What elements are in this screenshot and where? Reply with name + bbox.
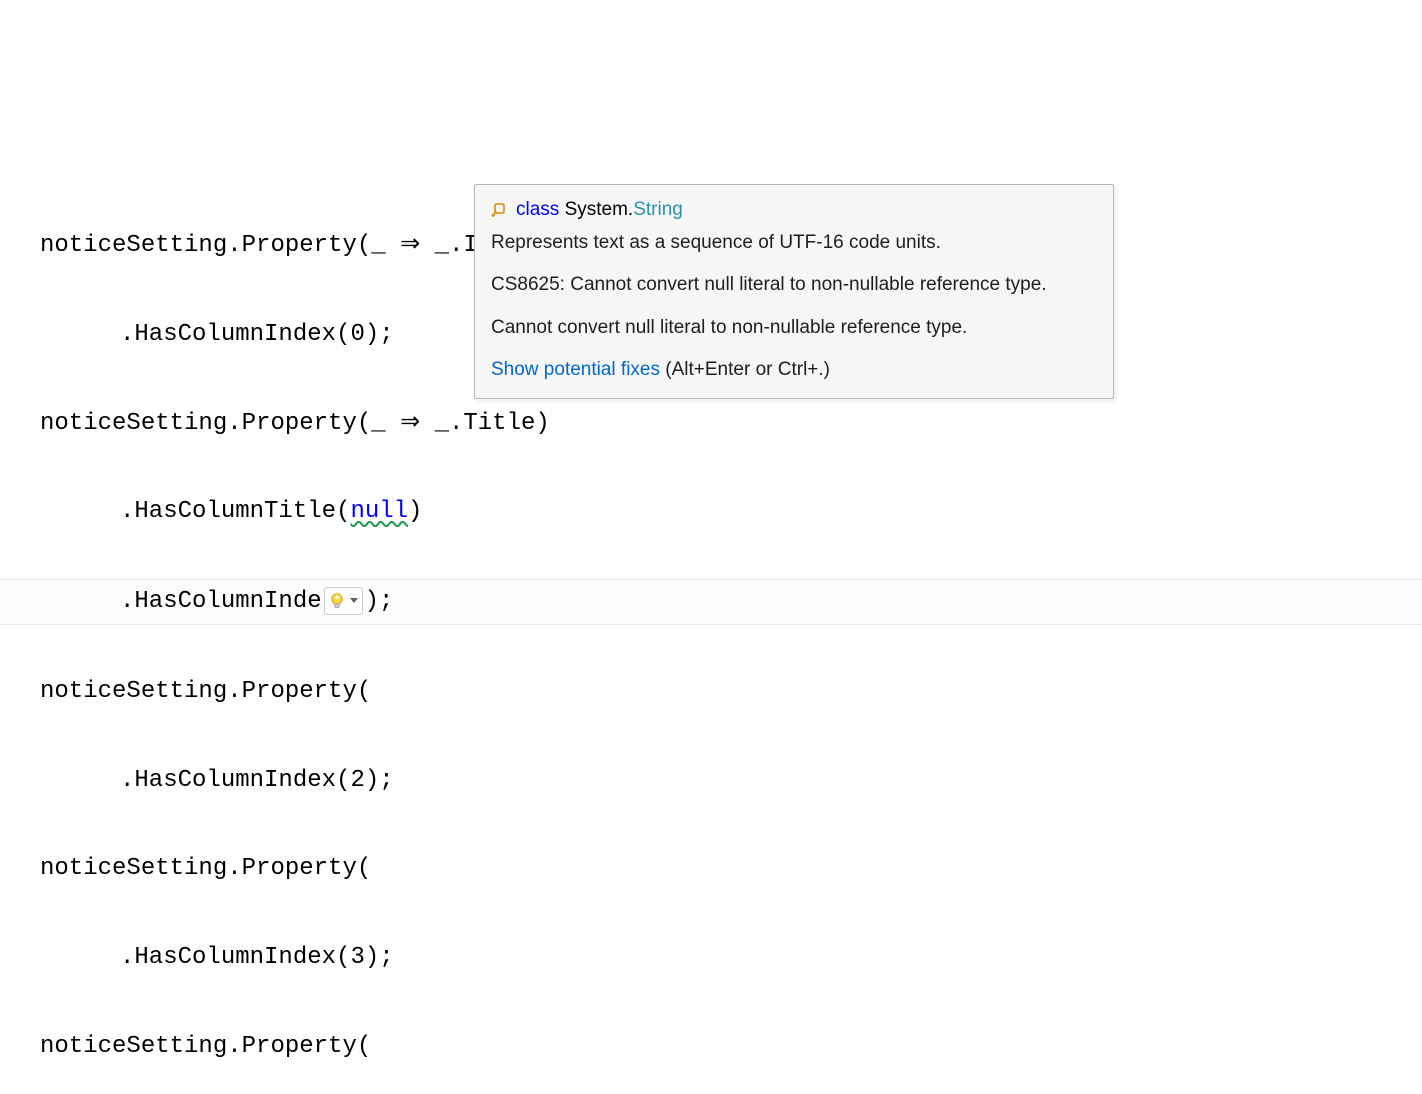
tooltip-namespace: System. <box>565 199 634 220</box>
tooltip-header: class System.String <box>491 197 1097 224</box>
quickinfo-tooltip: class System.String Represents text as a… <box>474 184 1114 399</box>
show-fixes-link[interactable]: Show potential fixes <box>491 359 660 380</box>
lightbulb-button[interactable] <box>324 587 363 615</box>
code-line: noticeSetting.Property( <box>0 847 1422 891</box>
code-line: noticeSetting.Property( <box>0 1025 1422 1069</box>
tooltip-error-code: CS8625: Cannot convert null literal to n… <box>491 272 1097 299</box>
tooltip-error-message: Cannot convert null literal to non-nulla… <box>491 315 1097 342</box>
class-icon <box>491 201 509 219</box>
code-line: noticeSetting.Property(_ ⇒ _.Title) <box>0 402 1422 446</box>
tooltip-keyword: class <box>516 199 559 220</box>
lightbulb-icon <box>329 592 345 610</box>
code-line: .HasColumnIndex(2); <box>0 759 1422 803</box>
code-line: .HasColumnIndex(3); <box>0 936 1422 980</box>
tooltip-shortcut-hint: (Alt+Enter or Ctrl+.) <box>660 359 830 380</box>
tooltip-fix-row: Show potential fixes (Alt+Enter or Ctrl+… <box>491 357 1097 384</box>
tooltip-typename: String <box>633 199 683 220</box>
code-line: .HasColumnTitle(null) <box>0 490 1422 534</box>
current-line: .HasColumnInde); <box>0 579 1422 625</box>
chevron-down-icon <box>350 598 358 603</box>
tooltip-description: Represents text as a sequence of UTF-16 … <box>491 230 1097 257</box>
null-keyword-warning[interactable]: null <box>350 498 408 525</box>
code-line: noticeSetting.Property( <box>0 670 1422 714</box>
